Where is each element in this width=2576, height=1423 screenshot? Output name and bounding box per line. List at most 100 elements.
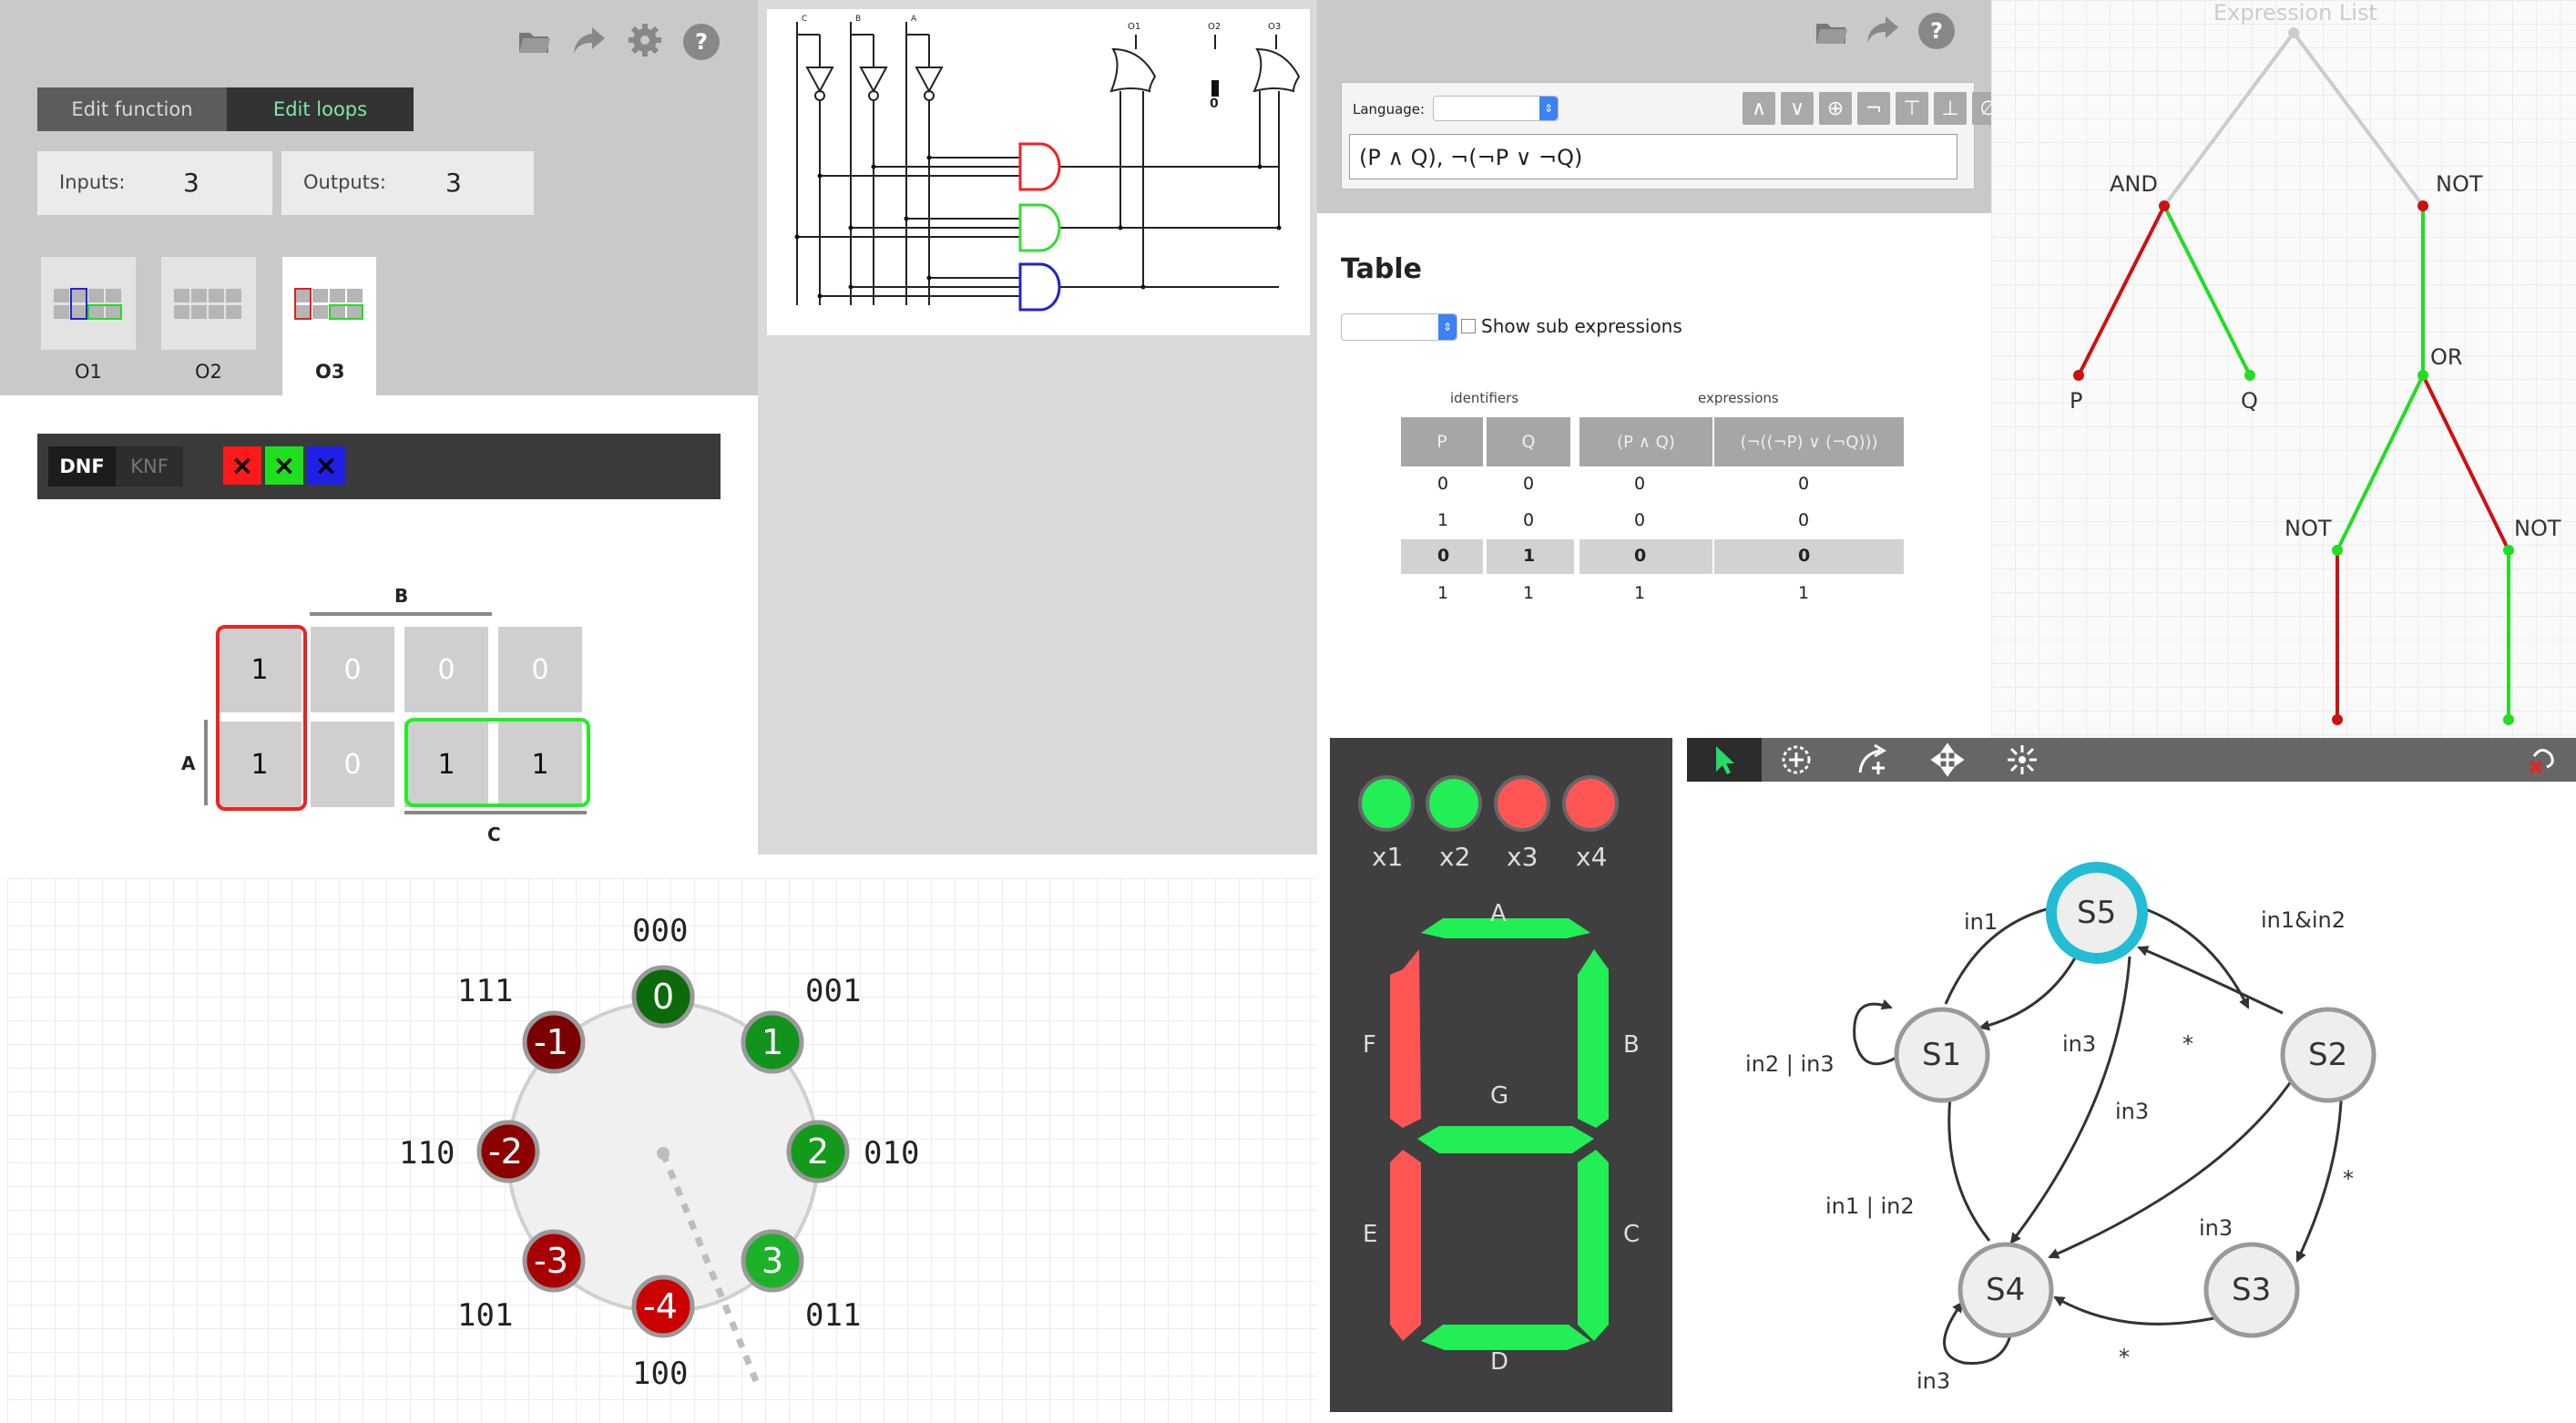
circuit-input-label: B xyxy=(855,15,862,24)
op-button-false[interactable]: ⊥ xyxy=(1934,92,1967,125)
circle-value[interactable]: -3 xyxy=(534,1241,568,1281)
circle-value[interactable]: 1 xyxy=(762,1022,783,1062)
table-cell: 0 xyxy=(1523,510,1535,530)
knf-button[interactable]: KNF xyxy=(116,446,183,486)
expression-input[interactable]: (P ∧ Q), ¬(¬P ∨ ¬Q) xyxy=(1349,134,1958,179)
state-node[interactable]: S3 xyxy=(2232,1272,2271,1308)
language-label: Language: xyxy=(1353,101,1426,118)
outputs-label: Outputs: xyxy=(303,171,386,193)
output-tab-o1[interactable] xyxy=(41,257,136,350)
table-cell: 1 xyxy=(1634,583,1646,603)
tab-edit-loops[interactable]: Edit loops xyxy=(227,87,414,131)
color-swatch-green[interactable]: × xyxy=(265,446,303,485)
circuit-panel: C B A O1 O2 O3 0 xyxy=(758,0,1317,855)
tree-node-not-left[interactable]: NOT xyxy=(2285,516,2332,541)
op-button-xor[interactable]: ⊕ xyxy=(1819,92,1852,125)
tree-node-not-right[interactable]: NOT xyxy=(2514,516,2561,541)
transition-label: * xyxy=(2182,1031,2193,1057)
kmap-cell[interactable]: 0 xyxy=(498,627,582,712)
folder-icon[interactable] xyxy=(516,22,552,58)
var-label-b: B xyxy=(394,585,409,607)
kmap-cell[interactable]: 0 xyxy=(311,722,394,807)
show-sub-label: Show sub expressions xyxy=(1481,315,1682,337)
language-select[interactable]: ⇕ xyxy=(1433,96,1559,121)
circle-value[interactable]: 0 xyxy=(652,977,674,1017)
expression-editor: Language: ⇕ ∧ ∨ ⊕ ¬ ⊤ ⊥ ∅ (P ∧ Q), ¬(¬P … xyxy=(1341,82,2005,189)
settings-gear-icon[interactable] xyxy=(627,22,663,58)
binary-label: 111 xyxy=(457,973,514,1009)
kmap-cell[interactable]: 0 xyxy=(404,627,488,712)
tree-panel: Expression List AND NOT P Q OR NOT NOT xyxy=(1991,0,2576,738)
tree-node-or[interactable]: OR xyxy=(2430,344,2463,370)
binary-label: 101 xyxy=(457,1297,514,1334)
segment-label-e: E xyxy=(1363,1221,1378,1248)
help-icon[interactable]: ? xyxy=(683,24,720,60)
share-icon[interactable] xyxy=(570,22,607,58)
circuit-output-label: O3 xyxy=(1268,22,1282,32)
help-icon[interactable]: ? xyxy=(1918,13,1955,49)
op-button-and[interactable]: ∧ xyxy=(1743,92,1775,125)
color-swatch-red[interactable]: × xyxy=(223,446,261,485)
state-machine-panel: S5 S1 S2 S4 S3 in1 in1&in2 in3 * in2 | i… xyxy=(1672,738,2576,1423)
circle-value[interactable]: -2 xyxy=(488,1131,523,1172)
state-node[interactable]: S4 xyxy=(1986,1272,2025,1308)
state-node[interactable]: S5 xyxy=(2077,895,2116,931)
inputs-value[interactable]: 3 xyxy=(183,168,199,198)
circle-value[interactable]: 3 xyxy=(762,1241,783,1281)
inputs-box: Inputs: 3 xyxy=(37,151,272,215)
op-button-or[interactable]: ∨ xyxy=(1781,92,1814,125)
tree-node-not-top[interactable]: NOT xyxy=(2436,171,2483,197)
folder-icon[interactable] xyxy=(1813,13,1849,49)
transition-label: in3 xyxy=(2115,1099,2150,1124)
segment-d xyxy=(1421,1325,1590,1350)
circle-value[interactable]: -4 xyxy=(643,1286,678,1326)
segment-g xyxy=(1417,1126,1594,1153)
binary-label: 110 xyxy=(399,1135,455,1172)
table-cell: 0 xyxy=(1437,474,1449,494)
op-button-true[interactable]: ⊤ xyxy=(1896,92,1928,125)
table-row-highlighted[interactable]: 0 1 0 0 xyxy=(1401,539,1904,574)
seven-segment-panel: x1 x2 x3 x4 A B C D E F G xyxy=(1330,738,1672,1412)
op-button-not[interactable]: ¬ xyxy=(1857,92,1890,125)
led-label: x1 xyxy=(1372,842,1404,872)
state-node[interactable]: S2 xyxy=(2308,1037,2347,1073)
segment-f xyxy=(1390,949,1421,1128)
tree-edges xyxy=(2073,27,2514,725)
segment-c xyxy=(1578,1150,1609,1341)
binary-label: 010 xyxy=(864,1135,920,1172)
transition-label: in2 | in3 xyxy=(1745,1051,1835,1077)
tree-node-and[interactable]: AND xyxy=(2110,171,2158,197)
kmap-cell[interactable]: 0 xyxy=(311,627,394,712)
tree-node-q[interactable]: Q xyxy=(2241,388,2258,414)
tree-node-p[interactable]: P xyxy=(2070,388,2082,414)
output-tab-o2[interactable] xyxy=(161,257,256,350)
transition-label: in1&in2 xyxy=(2261,907,2346,933)
table-row: 0 0 0 0 xyxy=(1401,468,1904,501)
binary-label: 011 xyxy=(805,1297,862,1334)
tab-edit-function[interactable]: Edit function xyxy=(37,87,227,131)
color-swatch-blue[interactable]: × xyxy=(307,446,345,485)
dnf-button[interactable]: DNF xyxy=(48,446,116,486)
output-tab-o3[interactable]: O3 xyxy=(282,257,376,395)
circuit-canvas: C B A O1 O2 O3 0 xyxy=(767,9,1310,335)
row-separator xyxy=(1574,539,1579,574)
seven-segment-display xyxy=(1358,775,1619,1350)
table-select[interactable]: ⇕ xyxy=(1341,313,1457,341)
table-cell: 0 xyxy=(1798,474,1810,494)
led-label: x3 xyxy=(1507,842,1538,872)
outputs-value[interactable]: 3 xyxy=(445,168,462,198)
table-cell: 1 xyxy=(1523,546,1536,566)
transition-label: * xyxy=(2119,1345,2130,1370)
table-header-cell: Q xyxy=(1487,417,1570,466)
row-separator xyxy=(1483,539,1487,574)
share-icon[interactable] xyxy=(1864,11,1900,47)
state-node[interactable]: S1 xyxy=(1922,1037,1961,1073)
table-cell: 0 xyxy=(1634,474,1646,494)
circle-value[interactable]: -1 xyxy=(534,1022,568,1062)
circle-value[interactable]: 2 xyxy=(807,1131,829,1172)
table-row: 1 0 0 0 xyxy=(1401,505,1904,537)
show-sub-checkbox[interactable] xyxy=(1461,319,1476,333)
table-header-cell: (¬((¬P) ∨ (¬Q))) xyxy=(1714,417,1904,466)
segment-label-a: A xyxy=(1490,900,1507,927)
circuit-diagram xyxy=(794,22,1301,312)
